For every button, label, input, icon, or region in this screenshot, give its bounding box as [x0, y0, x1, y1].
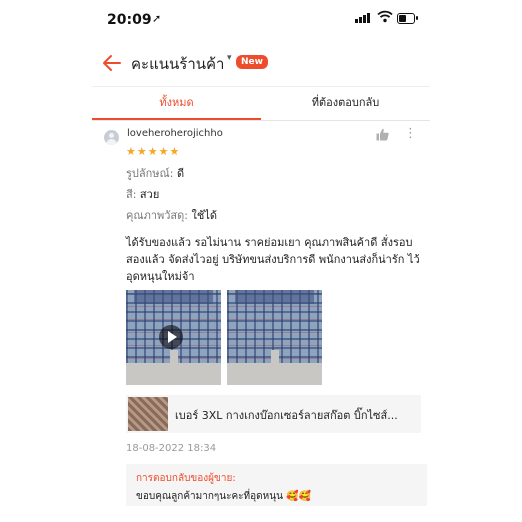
attribute-appearance: รูปลักษณ์: ดี	[126, 164, 184, 182]
page-title: คะแนนร้านค้า	[131, 55, 225, 73]
avatar[interactable]	[104, 130, 119, 145]
review-photo[interactable]	[227, 290, 322, 385]
divider	[92, 120, 430, 121]
back-arrow-icon[interactable]	[100, 50, 126, 76]
attribute-value: ดี	[176, 167, 185, 180]
attribute-value: สวย	[139, 188, 160, 201]
attribute-key: สี:	[126, 188, 137, 201]
attribute-color: สี: สวย	[126, 185, 159, 203]
tab-all[interactable]: ทั้งหมด	[92, 88, 261, 118]
attribute-quality: คุณภาพวัสดุ: ใช้ได้	[126, 206, 217, 224]
signal-icon	[355, 0, 373, 26]
attribute-key: รูปลักษณ์:	[126, 167, 174, 180]
seller-reply-label: การตอบกลับของผู้ขาย:	[136, 473, 236, 484]
seller-reply: การตอบกลับของผู้ขาย: ขอบคุณลูกค้ามากๆนะค…	[126, 464, 427, 506]
reviewer-username: loveheroherojichho	[127, 128, 223, 139]
star-rating: ★★★★★	[126, 145, 181, 158]
product-name: เบอร์ 3XL กางเกงบ๊อกเซอร์ลายสก๊อต บิ๊กไซ…	[175, 409, 398, 422]
thumbs-up-icon[interactable]	[376, 128, 389, 145]
product-thumbnail	[128, 397, 168, 431]
attribute-value: ใช้ได้	[191, 209, 217, 222]
status-time: 20:09	[107, 12, 152, 28]
tab-needs-reply[interactable]: ที่ต้องตอบกลับ	[261, 88, 430, 118]
location-icon: ➚	[152, 12, 162, 25]
product-link[interactable]: เบอร์ 3XL กางเกงบ๊อกเซอร์ลายสก๊อต บิ๊กไซ…	[126, 395, 421, 433]
battery-icon	[397, 13, 418, 24]
caret-down-icon[interactable]: ▾	[227, 53, 232, 63]
more-options-icon[interactable]: ⋮	[404, 126, 418, 141]
wifi-icon	[377, 10, 393, 27]
play-icon[interactable]	[159, 325, 183, 349]
review-comment: ได้รับของแล้ว รอไม่นาน ราคย่อมเยา คุณภาพ…	[126, 236, 420, 283]
attribute-key: คุณภาพวัสดุ:	[126, 209, 188, 222]
divider	[92, 86, 430, 87]
review-date: 18-08-2022 18:34	[126, 443, 217, 454]
new-badge: New	[236, 55, 268, 69]
seller-reply-text: ขอบคุณลูกค้ามากๆนะคะที่อุดหนุน 🥰🥰	[136, 491, 311, 502]
